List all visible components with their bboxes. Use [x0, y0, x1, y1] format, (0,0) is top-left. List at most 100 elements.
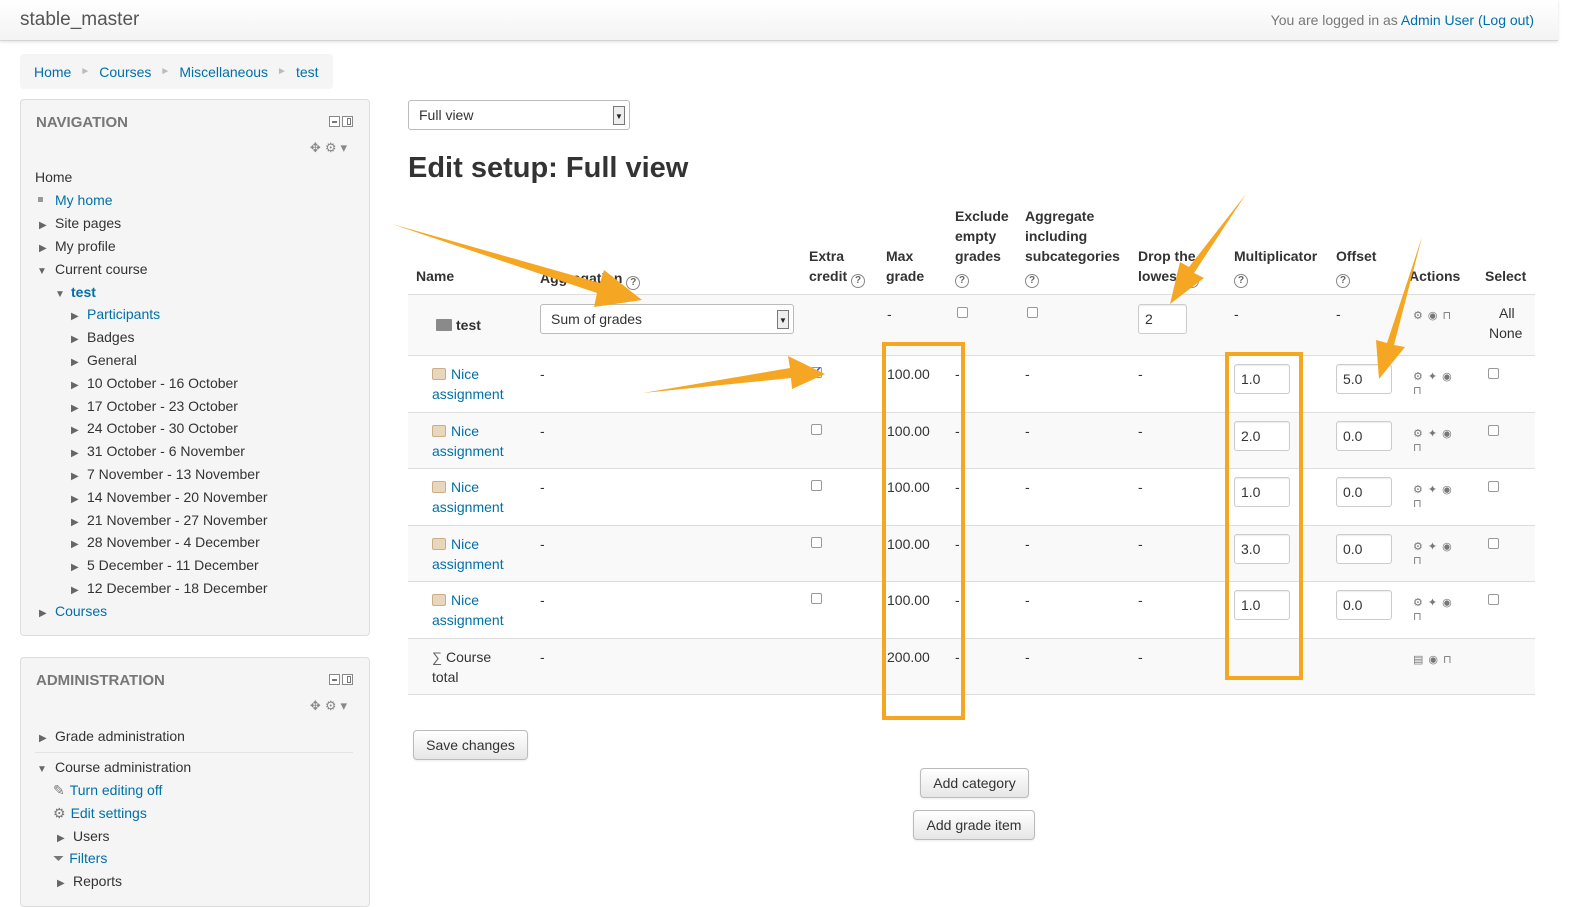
nav-site-pages[interactable]: ▶ Site pages	[39, 215, 121, 231]
grade-item-link[interactable]: Nice	[451, 423, 479, 439]
calculator-icon[interactable]: ▤	[1413, 654, 1428, 666]
minimize-icon[interactable]	[329, 674, 340, 685]
extra-credit-checkbox[interactable]	[811, 537, 822, 548]
nav-courses[interactable]: ▶ Courses	[39, 603, 107, 619]
breadcrumb-miscellaneous[interactable]: Miscellaneous	[179, 64, 268, 80]
grade-item-link[interactable]: assignment	[432, 499, 504, 515]
lock-icon[interactable]: ⊓	[1413, 611, 1427, 623]
nav-week[interactable]: ▶ 7 November - 13 November	[71, 466, 260, 482]
lock-icon[interactable]: ⊓	[1413, 555, 1427, 567]
admin-grade-administration-label[interactable]: Grade administration	[55, 728, 185, 744]
help-icon[interactable]: ?	[851, 274, 866, 288]
lock-icon[interactable]: ⊓	[1443, 654, 1457, 666]
nav-week-label[interactable]: 21 November - 27 November	[87, 512, 268, 528]
nav-participants[interactable]: ▶ Participants	[71, 306, 160, 322]
nav-site-pages-label[interactable]: Site pages	[55, 215, 121, 231]
extra-credit-checkbox[interactable]	[811, 593, 822, 604]
add-category-button[interactable]: Add category	[920, 768, 1029, 798]
select-checkbox[interactable]	[1488, 538, 1499, 549]
nav-week[interactable]: ▶ 5 December - 11 December	[71, 557, 259, 573]
grade-item-link[interactable]: Nice	[451, 592, 479, 608]
offset-input[interactable]: 0.0	[1336, 590, 1392, 620]
admin-users-label[interactable]: Users	[73, 828, 110, 844]
select-checkbox[interactable]	[1488, 594, 1499, 605]
help-icon[interactable]: ?	[626, 276, 641, 290]
expand-arrow-icon[interactable]: ▶	[71, 494, 83, 505]
extra-credit-checkbox[interactable]	[811, 424, 822, 435]
move-icon[interactable]: ✥	[310, 140, 325, 155]
eye-icon[interactable]: ◉	[1442, 428, 1457, 440]
expand-arrow-icon[interactable]: ▶	[71, 311, 83, 322]
nav-home[interactable]: Home	[35, 169, 72, 185]
grade-item-link[interactable]: assignment	[432, 556, 504, 572]
nav-week[interactable]: ▶ 21 November - 27 November	[71, 512, 268, 528]
help-icon[interactable]: ?	[1185, 274, 1200, 288]
nav-week-label[interactable]: 7 November - 13 November	[87, 466, 260, 482]
nav-my-home-label[interactable]: My home	[55, 192, 113, 208]
nav-week-label[interactable]: 28 November - 4 December	[87, 534, 260, 550]
save-changes-button[interactable]: Save changes	[413, 730, 528, 760]
move-icon[interactable]: ✦	[1428, 541, 1442, 553]
lock-icon[interactable]: ⊓	[1413, 385, 1427, 397]
admin-turn-editing-off[interactable]: ✎ Turn editing off	[53, 782, 162, 799]
move-icon[interactable]: ✦	[1428, 428, 1442, 440]
offset-input[interactable]: 0.0	[1336, 421, 1392, 451]
nav-week-label[interactable]: 24 October - 30 October	[87, 420, 238, 436]
admin-turn-editing-off-label[interactable]: Turn editing off	[70, 782, 163, 798]
move-icon[interactable]: ✥	[310, 698, 325, 713]
nav-week-label[interactable]: 14 November - 20 November	[87, 489, 268, 505]
gear-icon[interactable]: ⚙	[1413, 428, 1428, 440]
site-name[interactable]: stable_master	[20, 9, 139, 31]
collapse-arrow-icon[interactable]: ▼	[37, 266, 49, 277]
extra-credit-checkbox[interactable]	[811, 364, 822, 378]
nav-week-label[interactable]: 17 October - 23 October	[87, 398, 238, 414]
admin-grade-administration[interactable]: ▶ Grade administration	[39, 728, 185, 744]
collapse-arrow-icon[interactable]: ▼	[37, 764, 49, 775]
grade-item-link[interactable]: assignment	[432, 443, 504, 459]
admin-filters-label[interactable]: Filters	[69, 850, 107, 866]
nav-week-label[interactable]: 12 December - 18 December	[87, 580, 268, 596]
expand-arrow-icon[interactable]: ▶	[39, 733, 51, 744]
nav-badges-label[interactable]: Badges	[87, 329, 134, 345]
admin-edit-settings[interactable]: ⚙ Edit settings	[53, 805, 147, 822]
admin-edit-settings-label[interactable]: Edit settings	[71, 805, 147, 821]
eye-icon[interactable]: ◉	[1428, 654, 1443, 666]
nav-current-course[interactable]: ▼ Current course	[37, 261, 148, 277]
exclude-empty-checkbox[interactable]	[957, 307, 968, 318]
lock-icon[interactable]: ⊓	[1413, 442, 1427, 454]
nav-week[interactable]: ▶ 10 October - 16 October	[71, 375, 238, 391]
nav-week-label[interactable]: 5 December - 11 December	[87, 557, 259, 573]
nav-my-home[interactable]: My home	[38, 192, 113, 208]
collapse-arrow-icon[interactable]: ▼	[55, 289, 67, 300]
view-select[interactable]: Full view ▼	[408, 100, 630, 130]
lock-icon[interactable]: ⊓	[1413, 498, 1427, 510]
help-icon[interactable]: ?	[1025, 274, 1039, 288]
nav-week[interactable]: ▶ 12 December - 18 December	[71, 580, 268, 596]
help-icon[interactable]: ?	[1234, 274, 1248, 288]
move-icon[interactable]: ✦	[1428, 371, 1442, 383]
expand-arrow-icon[interactable]: ▶	[71, 425, 83, 436]
move-icon[interactable]: ✦	[1428, 597, 1442, 609]
help-icon[interactable]: ?	[955, 274, 969, 288]
admin-course-administration[interactable]: ▼ Course administration	[37, 759, 191, 775]
expand-arrow-icon[interactable]: ▶	[57, 833, 69, 844]
admin-users[interactable]: ▶ Users	[57, 828, 110, 844]
grade-item-link[interactable]: assignment	[432, 386, 504, 402]
aggregate-subcategories-checkbox[interactable]	[1027, 307, 1038, 318]
offset-input[interactable]: 0.0	[1336, 477, 1392, 507]
nav-badges[interactable]: ▶ Badges	[71, 329, 134, 345]
nav-week[interactable]: ▶ 14 November - 20 November	[71, 489, 268, 505]
dropdown-arrow-icon[interactable]: ▼	[613, 106, 625, 125]
expand-arrow-icon[interactable]: ▶	[71, 403, 83, 414]
expand-arrow-icon[interactable]: ▶	[71, 334, 83, 345]
extra-credit-checkbox[interactable]	[811, 480, 822, 491]
eye-icon[interactable]: ◉	[1428, 310, 1443, 322]
nav-week[interactable]: ▶ 24 October - 30 October	[71, 420, 238, 436]
grade-item-link[interactable]: Nice	[451, 536, 479, 552]
breadcrumb-test[interactable]: test	[296, 64, 319, 80]
grade-item-link[interactable]: assignment	[432, 612, 504, 628]
offset-input[interactable]: 5.0	[1336, 364, 1392, 394]
move-icon[interactable]: ✦	[1428, 484, 1442, 496]
drop-lowest-input[interactable]: 2	[1138, 304, 1187, 334]
logout-link[interactable]: (Log out)	[1478, 12, 1534, 28]
